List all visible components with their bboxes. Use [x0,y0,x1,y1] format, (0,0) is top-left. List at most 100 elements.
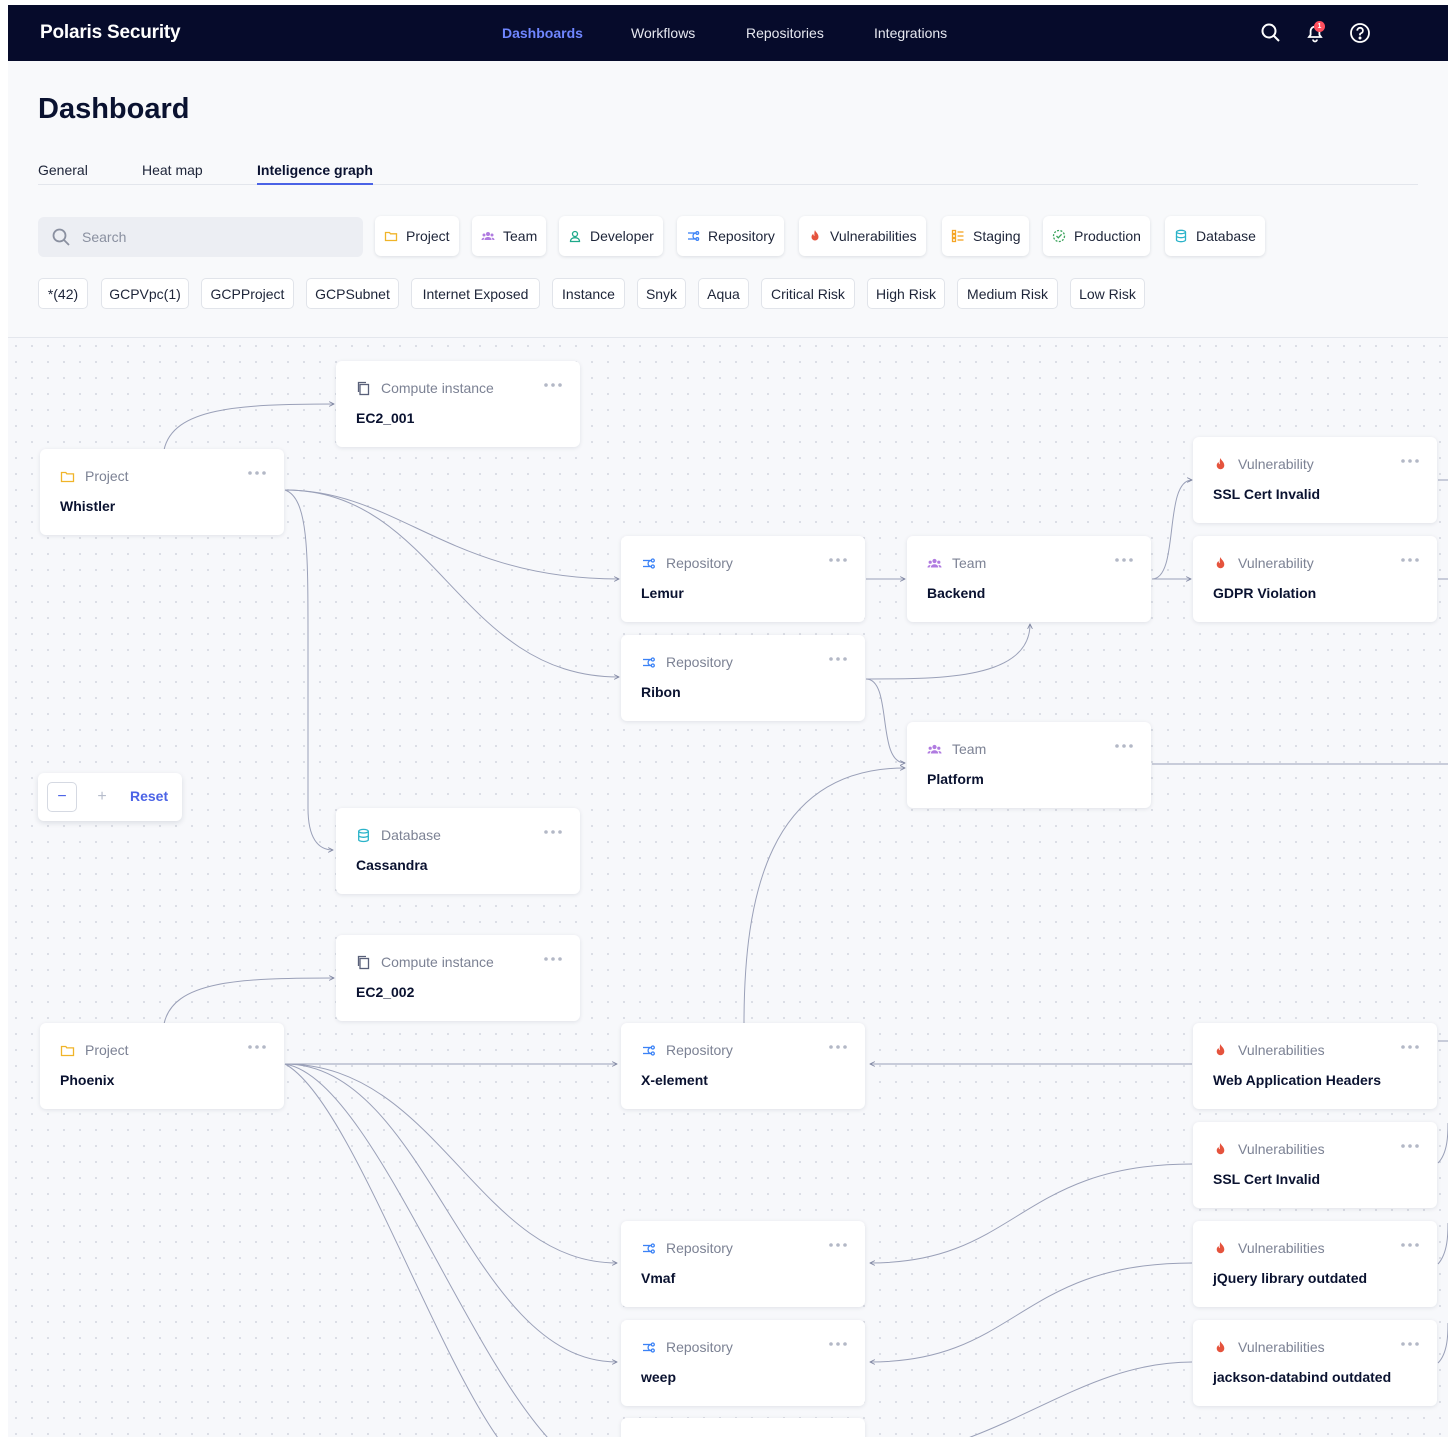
repository-icon [643,1243,655,1254]
tag-filter-all[interactable]: *(42) [38,278,88,309]
node-name: EC2_001 [356,410,415,426]
node-whistler[interactable]: Project Whistler [40,449,284,535]
brand-logo[interactable]: Polaris Security [40,22,181,44]
nav-repositories[interactable]: Repositories [746,25,824,41]
zoom-out-button[interactable]: − [47,782,77,812]
more-icon[interactable] [542,825,564,839]
node-gdpr-violation[interactable]: Vulnerability GDPR Violation [1193,536,1437,622]
tag-filter-critical-risk[interactable]: Critical Risk [761,278,855,309]
filter-chip-vulnerabilities[interactable]: Vulnerabilities [799,216,926,256]
node-name: jackson-databind outdated [1213,1369,1392,1385]
more-icon[interactable] [827,1238,849,1252]
more-icon[interactable] [1399,1139,1421,1153]
more-icon[interactable] [1399,1238,1421,1252]
filter-chip-label: Vulnerabilities [830,228,917,244]
tag-filter-instance[interactable]: Instance [552,278,625,309]
edge-xelement-platform [743,768,905,1025]
tag-filter-gcpproject[interactable]: GCPProject [201,278,294,309]
tag-filter-gcpsubnet[interactable]: GCPSubnet [306,278,399,309]
filter-chip-team[interactable]: Team [472,216,547,256]
search-icon[interactable] [1258,20,1284,46]
node-backend[interactable]: Team Backend [907,536,1151,622]
tag-filter-snyk[interactable]: Snyk [637,278,686,309]
node-name: EC2_002 [356,984,415,1000]
more-icon[interactable] [542,378,564,392]
filter-chip-staging[interactable]: Staging [942,216,1030,256]
tab-general[interactable]: General [38,162,88,185]
nav-dashboards[interactable]: Dashboards [502,25,583,41]
node-weep[interactable]: Repository weep [621,1320,865,1406]
filter-chip-repository[interactable]: Repository [677,216,784,256]
edge-phoenix-offscreen-1 [284,1063,548,1437]
nav-integrations[interactable]: Integrations [874,25,947,41]
more-icon[interactable] [1399,1337,1421,1351]
more-icon[interactable] [1399,1040,1421,1054]
node-name: Backend [927,585,986,601]
node-phoenix[interactable]: Project Phoenix [40,1023,284,1109]
node-jackson-databind-outdated[interactable]: Vulnerabilities jackson-databind outdate… [1193,1320,1437,1406]
more-icon[interactable] [827,1337,849,1351]
node-vmaf[interactable]: Repository Vmaf [621,1221,865,1307]
graph-canvas[interactable]: Compute instance EC2_001 Project Whistle… [8,337,1448,1437]
node-ribon[interactable]: Repository Ribon [621,635,865,721]
tag-filter-internet-exposed[interactable]: Internet Exposed [411,278,540,309]
node-name: SSL Cert Invalid [1213,1171,1321,1187]
folder-icon [60,1045,75,1057]
help-icon[interactable] [1347,20,1373,46]
node-name: GDPR Violation [1213,585,1317,601]
tab-heat-map[interactable]: Heat map [142,162,203,185]
user-icon [569,230,581,243]
node-partial-offscreen[interactable] [621,1418,865,1437]
more-icon[interactable] [1399,553,1421,567]
filter-chip-database[interactable]: Database [1165,216,1265,256]
node-platform[interactable]: Team Platform [907,722,1151,808]
node-ec2-001[interactable]: Compute instance EC2_001 [336,361,580,447]
more-icon[interactable] [1113,553,1135,567]
tab-intelligence-graph[interactable]: Inteligence graph [257,162,373,185]
tag-filter-aqua[interactable]: Aqua [698,278,749,309]
tag-filter-low-risk[interactable]: Low Risk [1070,278,1145,309]
more-icon[interactable] [827,652,849,666]
top-nav: Polaris Security Dashboards Workflows Re… [8,5,1448,61]
filter-chip-production[interactable]: Production [1043,216,1150,256]
node-type: Vulnerabilities [1238,1240,1325,1256]
more-icon[interactable] [1113,739,1135,753]
edge-phoenix-ec2-002 [163,978,334,1025]
node-ssl-cert-invalid-2[interactable]: Vulnerabilities SSL Cert Invalid [1193,1122,1437,1208]
filter-chip-label: Team [503,228,538,244]
node-web-application-headers[interactable]: Vulnerabilities Web Application Headers [1193,1023,1437,1109]
more-icon[interactable] [542,952,564,966]
node-jquery-library-outdated[interactable]: Vulnerabilities jQuery library outdated [1193,1221,1437,1307]
node-x-element[interactable]: Repository X-element [621,1023,865,1109]
search-input[interactable] [82,217,352,257]
filter-chip-label: Repository [708,228,775,244]
node-ec2-002[interactable]: Compute instance EC2_002 [336,935,580,1021]
more-icon[interactable] [246,1040,268,1054]
node-type: Repository [666,555,733,571]
more-icon[interactable] [246,466,268,480]
tag-filter-high-risk[interactable]: High Risk [867,278,945,309]
node-name: jQuery library outdated [1213,1270,1368,1286]
search-box [38,217,363,257]
filter-chip-project[interactable]: Project [375,216,459,256]
node-type: Vulnerabilities [1238,1042,1325,1058]
filter-chip-developer[interactable]: Developer [559,216,663,256]
edge-jackson-offscreen [969,1361,1193,1437]
node-cassandra[interactable]: Database Cassandra [336,808,580,894]
tag-filter-medium-risk[interactable]: Medium Risk [957,278,1058,309]
node-name: Lemur [641,585,684,601]
reset-zoom-button[interactable]: Reset [130,788,168,804]
nav-workflows[interactable]: Workflows [631,25,695,41]
node-lemur[interactable]: Repository Lemur [621,536,865,622]
node-type: Repository [666,1240,733,1256]
zoom-in-button[interactable]: + [87,782,117,812]
more-icon[interactable] [827,1040,849,1054]
more-icon[interactable] [1399,454,1421,468]
more-icon[interactable] [827,553,849,567]
repository-icon [688,231,700,241]
node-type: Vulnerabilities [1238,1339,1325,1355]
notification-badge: 1 [1314,21,1325,32]
node-ssl-cert-invalid-1[interactable]: Vulnerability SSL Cert Invalid [1193,437,1437,523]
tag-filter-gcpvpc[interactable]: GCPVpc(1) [101,278,189,309]
node-name: weep [641,1369,677,1385]
